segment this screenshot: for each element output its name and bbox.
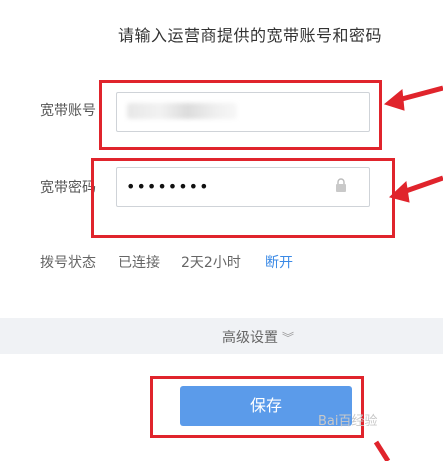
arrow-account xyxy=(397,85,443,103)
page-instruction: 请输入运营商提供的宽带账号和密码 xyxy=(118,26,383,45)
account-label: 宽带账号 xyxy=(40,103,96,119)
arrow-save xyxy=(373,440,391,461)
connection-duration: 2天2小时 xyxy=(181,255,241,271)
advanced-settings-bar: 高级设置 ︾ xyxy=(0,318,443,354)
highlight-box-account xyxy=(99,80,382,150)
disconnect-link[interactable]: 断开 xyxy=(265,252,293,272)
password-label: 宽带密码 xyxy=(40,180,96,196)
advanced-settings-toggle[interactable]: 高级设置 ︾ xyxy=(222,327,294,347)
dial-status-value: 已连接 xyxy=(118,255,160,271)
highlight-box-password xyxy=(91,158,395,238)
chevron-double-down-icon: ︾ xyxy=(282,331,295,345)
advanced-settings-label: 高级设置 xyxy=(222,330,278,346)
arrow-password xyxy=(402,175,443,195)
dial-status-label: 拨号状态 xyxy=(40,255,96,271)
arrowhead-account xyxy=(383,89,405,111)
watermark: Bai百经验 xyxy=(318,414,378,429)
